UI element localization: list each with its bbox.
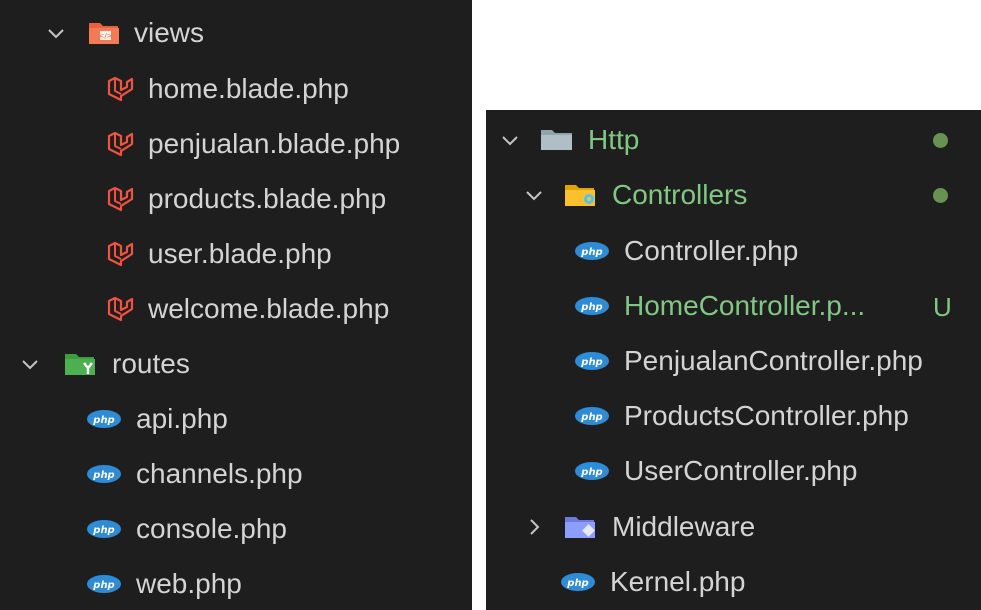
chevron-down-icon[interactable] bbox=[18, 352, 42, 376]
tree-file[interactable]: php UserController.php bbox=[486, 444, 981, 498]
routes-folder-icon bbox=[64, 351, 98, 377]
tree-folder-routes[interactable]: routes bbox=[0, 337, 472, 391]
file-label: Controller.php bbox=[624, 235, 799, 266]
explorer-panel-right: Http Controllers php Controller.php php Hom… bbox=[486, 110, 981, 610]
tree-file[interactable]: php console.php bbox=[0, 502, 472, 556]
laravel-blade-icon bbox=[106, 295, 134, 323]
svg-text:php: php bbox=[580, 357, 602, 368]
file-label: ProductsController.php bbox=[624, 400, 909, 431]
chevron-right-icon[interactable] bbox=[522, 515, 546, 539]
laravel-blade-icon bbox=[106, 240, 134, 268]
file-label: web.php bbox=[136, 568, 242, 599]
tree-file[interactable]: php Controller.php bbox=[486, 224, 981, 278]
tree-file-kernel[interactable]: php Kernel.php bbox=[486, 555, 981, 609]
tree-file[interactable]: user.blade.php bbox=[0, 227, 472, 281]
chevron-down-icon[interactable] bbox=[498, 128, 522, 152]
tree-folder-controllers[interactable]: Controllers bbox=[486, 168, 981, 222]
tree-file[interactable]: php web.php bbox=[0, 557, 472, 610]
tree-folder-http[interactable]: Http bbox=[486, 113, 981, 167]
svg-text:</>: </> bbox=[98, 32, 112, 40]
laravel-blade-icon bbox=[106, 130, 134, 158]
svg-text:php: php bbox=[92, 580, 114, 591]
php-file-icon: php bbox=[86, 464, 122, 484]
tree-file[interactable]: home.blade.php bbox=[0, 62, 472, 116]
tree-file[interactable]: php channels.php bbox=[0, 447, 472, 501]
views-folder-icon: </> bbox=[88, 20, 120, 46]
svg-text:php: php bbox=[92, 415, 114, 426]
svg-text:php: php bbox=[92, 525, 114, 536]
svg-text:php: php bbox=[580, 247, 602, 258]
folder-label: Http bbox=[588, 124, 640, 155]
folder-label: Controllers bbox=[612, 179, 748, 210]
svg-text:php: php bbox=[580, 302, 602, 313]
folder-label: routes bbox=[112, 348, 190, 379]
svg-text:php: php bbox=[580, 467, 602, 478]
php-file-icon: php bbox=[574, 241, 610, 261]
php-file-icon: php bbox=[86, 519, 122, 539]
tree-file[interactable]: products.blade.php bbox=[0, 172, 472, 226]
controllers-folder-icon bbox=[564, 182, 598, 208]
php-file-icon: php bbox=[86, 409, 122, 429]
middleware-folder-icon bbox=[564, 514, 598, 540]
laravel-blade-icon bbox=[106, 185, 134, 213]
file-label: HomeController.p... bbox=[624, 290, 866, 321]
file-label: home.blade.php bbox=[148, 73, 349, 104]
file-label: welcome.blade.php bbox=[148, 293, 390, 324]
file-label: penjualan.blade.php bbox=[148, 128, 401, 159]
file-label: user.blade.php bbox=[148, 238, 332, 269]
file-label: UserController.php bbox=[624, 455, 858, 486]
laravel-blade-icon bbox=[106, 75, 134, 103]
php-file-icon: php bbox=[574, 296, 610, 316]
tree-file[interactable]: welcome.blade.php bbox=[0, 282, 472, 336]
chevron-down-icon[interactable] bbox=[44, 21, 68, 45]
tree-file[interactable]: php api.php bbox=[0, 392, 472, 446]
file-label: Kernel.php bbox=[610, 566, 746, 597]
svg-text:php: php bbox=[566, 578, 588, 589]
svg-text:php: php bbox=[580, 412, 602, 423]
tree-file[interactable]: php ProductsController.php bbox=[486, 389, 981, 443]
file-label: api.php bbox=[136, 403, 228, 434]
folder-icon bbox=[540, 128, 574, 152]
git-modified-dot bbox=[933, 188, 948, 203]
file-label: PenjualanController.php bbox=[624, 345, 923, 376]
tree-folder-views[interactable]: </> views bbox=[0, 6, 472, 60]
chevron-down-icon[interactable] bbox=[522, 183, 546, 207]
php-file-icon: php bbox=[574, 461, 610, 481]
file-label: channels.php bbox=[136, 458, 303, 489]
php-file-icon: php bbox=[560, 572, 596, 592]
folder-label: views bbox=[134, 17, 205, 48]
git-status-badge: U bbox=[933, 292, 952, 322]
git-modified-dot bbox=[933, 133, 948, 148]
tree-file[interactable]: php PenjualanController.php bbox=[486, 334, 981, 388]
file-label: console.php bbox=[136, 513, 288, 544]
svg-text:php: php bbox=[92, 470, 114, 481]
tree-file[interactable]: penjualan.blade.php bbox=[0, 117, 472, 171]
php-file-icon: php bbox=[574, 406, 610, 426]
folder-label: Middleware bbox=[612, 511, 756, 542]
php-file-icon: php bbox=[86, 574, 122, 594]
explorer-panel-left: </> views home.blade.php penjualan.blade.… bbox=[0, 0, 472, 610]
file-label: products.blade.php bbox=[148, 183, 387, 214]
tree-file[interactable]: php HomeController.p... U bbox=[486, 279, 981, 333]
tree-folder-middleware[interactable]: Middleware bbox=[486, 500, 981, 554]
php-file-icon: php bbox=[574, 351, 610, 371]
